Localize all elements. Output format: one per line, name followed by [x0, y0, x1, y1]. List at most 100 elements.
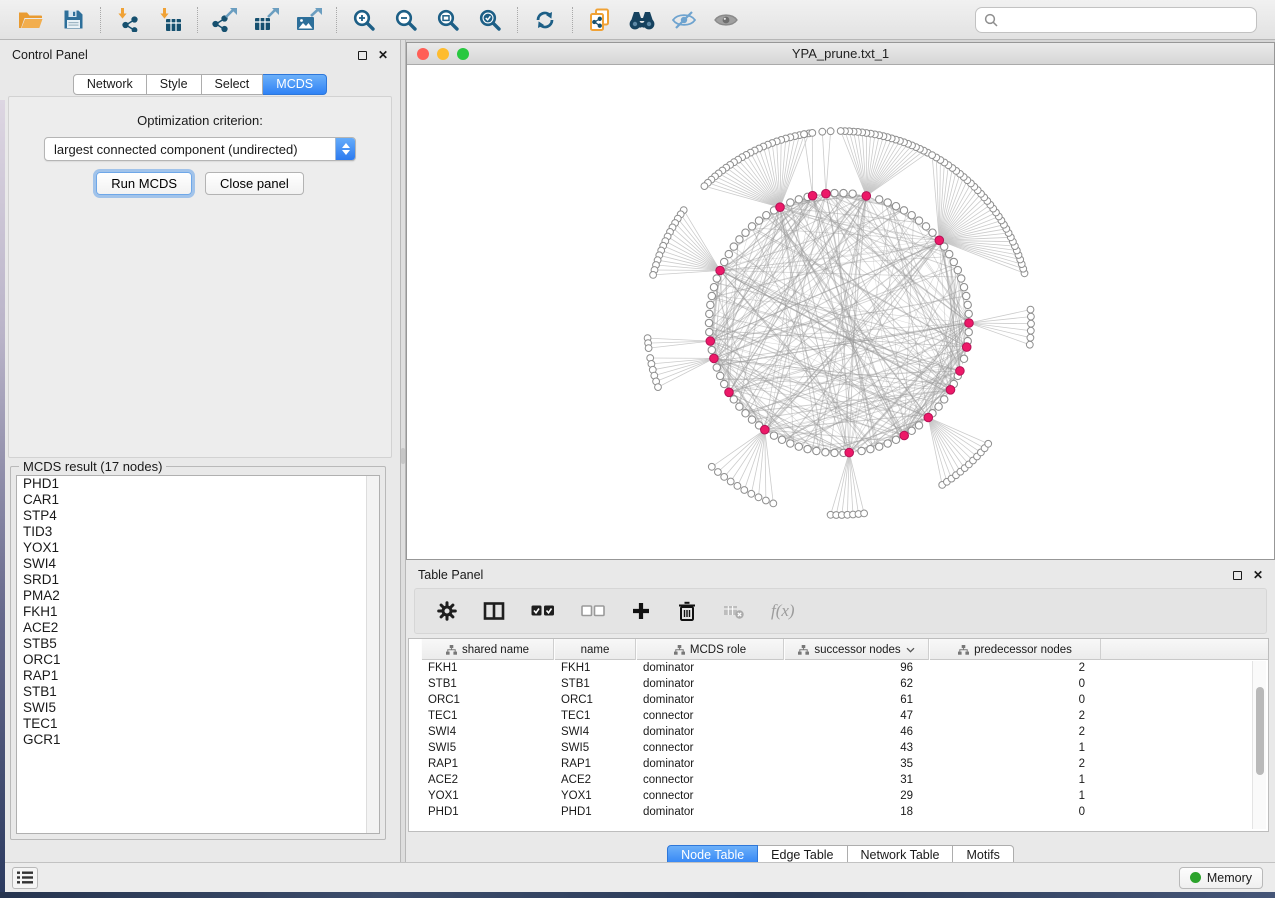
network-node[interactable] — [742, 410, 749, 417]
network-node[interactable] — [727, 478, 734, 485]
show-columns-icon[interactable] — [483, 601, 505, 621]
dominator-node[interactable] — [725, 388, 734, 397]
network-node[interactable] — [787, 199, 794, 206]
network-node[interactable] — [965, 328, 972, 335]
result-node-item[interactable]: SRD1 — [17, 572, 379, 588]
network-node[interactable] — [876, 196, 883, 203]
result-list-scrollbar[interactable] — [366, 476, 379, 833]
table-row[interactable]: SWI4SWI4dominator462 — [421, 724, 1268, 740]
network-node[interactable] — [827, 128, 834, 135]
hide-selected-icon[interactable] — [663, 3, 705, 37]
network-node[interactable] — [801, 131, 808, 138]
network-node[interactable] — [748, 223, 755, 230]
network-node[interactable] — [954, 266, 961, 273]
tab-network[interactable]: Network — [73, 74, 147, 95]
zoom-fit-icon[interactable] — [427, 3, 469, 37]
dominator-node[interactable] — [862, 192, 871, 201]
table-row[interactable]: FKH1FKH1dominator962 — [421, 660, 1268, 676]
network-node[interactable] — [734, 483, 741, 490]
result-node-item[interactable]: YOX1 — [17, 540, 379, 556]
result-node-item[interactable]: SWI4 — [17, 556, 379, 572]
network-node[interactable] — [915, 422, 922, 429]
float-table-panel-icon[interactable] — [1233, 571, 1242, 580]
network-node[interactable] — [884, 199, 891, 206]
dominator-node[interactable] — [946, 386, 955, 395]
network-node[interactable] — [908, 427, 915, 434]
result-node-item[interactable]: STB5 — [17, 636, 379, 652]
export-image-icon[interactable] — [288, 3, 330, 37]
network-node[interactable] — [964, 301, 971, 308]
network-node[interactable] — [884, 440, 891, 447]
show-all-icon[interactable] — [705, 3, 747, 37]
network-node[interactable] — [837, 128, 844, 135]
network-node[interactable] — [763, 212, 770, 219]
table-row[interactable]: TEC1TEC1connector472 — [421, 708, 1268, 724]
network-node[interactable] — [645, 345, 652, 352]
network-node[interactable] — [958, 275, 965, 282]
dominator-node[interactable] — [706, 337, 715, 346]
task-history-button[interactable] — [12, 867, 38, 889]
result-node-item[interactable]: STP4 — [17, 508, 379, 524]
table-row[interactable]: SWI5SWI5connector431 — [421, 740, 1268, 756]
dominator-node[interactable] — [808, 191, 817, 200]
network-node[interactable] — [725, 250, 732, 257]
dominator-node[interactable] — [776, 203, 785, 212]
column-header-predecessor-nodes[interactable]: predecessor nodes — [929, 639, 1101, 660]
first-neighbors-icon[interactable] — [621, 3, 663, 37]
dominator-node[interactable] — [935, 236, 944, 245]
network-node[interactable] — [706, 328, 713, 335]
network-node[interactable] — [900, 207, 907, 214]
result-node-item[interactable]: PHD1 — [17, 476, 379, 492]
network-node[interactable] — [748, 416, 755, 423]
network-node[interactable] — [935, 403, 942, 410]
network-node[interactable] — [804, 445, 811, 452]
network-node[interactable] — [708, 463, 715, 470]
search-input[interactable] — [998, 13, 1248, 27]
network-node[interactable] — [892, 203, 899, 210]
network-node[interactable] — [867, 445, 874, 452]
table-row[interactable]: PHD1PHD1dominator180 — [421, 804, 1268, 820]
memory-button[interactable]: Memory — [1179, 867, 1263, 889]
run-mcds-button[interactable]: Run MCDS — [96, 172, 192, 195]
network-node[interactable] — [929, 229, 936, 236]
import-table-icon[interactable] — [149, 3, 191, 37]
network-node[interactable] — [748, 490, 755, 497]
network-node[interactable] — [655, 384, 662, 391]
dominator-node[interactable] — [956, 367, 965, 376]
network-node[interactable] — [813, 447, 820, 454]
network-node[interactable] — [1028, 320, 1035, 327]
close-panel-icon[interactable]: ✕ — [378, 51, 388, 60]
dominator-node[interactable] — [710, 354, 719, 363]
table-scrollbar-thumb[interactable] — [1256, 687, 1264, 775]
result-node-item[interactable]: ORC1 — [17, 652, 379, 668]
export-table-icon[interactable] — [246, 3, 288, 37]
tab-mcds[interactable]: MCDS — [263, 74, 327, 95]
result-node-item[interactable]: PMA2 — [17, 588, 379, 604]
delete-columns-icon[interactable] — [677, 601, 697, 622]
network-node[interactable] — [1028, 313, 1035, 320]
dominator-node[interactable] — [962, 343, 971, 352]
float-panel-icon[interactable] — [358, 51, 367, 60]
dominator-node[interactable] — [965, 319, 974, 328]
network-node[interactable] — [715, 469, 722, 476]
network-node[interactable] — [650, 272, 657, 279]
column-header-shared-name[interactable]: shared name — [421, 639, 554, 660]
result-node-item[interactable]: RAP1 — [17, 668, 379, 684]
network-node[interactable] — [778, 436, 785, 443]
network-node[interactable] — [755, 494, 762, 501]
network-node[interactable] — [763, 497, 770, 504]
network-node[interactable] — [795, 196, 802, 203]
network-node[interactable] — [708, 292, 715, 299]
network-node[interactable] — [965, 310, 972, 317]
tab-style[interactable]: Style — [147, 74, 202, 95]
network-node[interactable] — [960, 284, 967, 291]
dominator-node[interactable] — [822, 189, 831, 198]
network-node[interactable] — [858, 447, 865, 454]
result-node-item[interactable]: TID3 — [17, 524, 379, 540]
network-node[interactable] — [985, 440, 992, 447]
dominator-node[interactable] — [924, 413, 933, 422]
result-node-item[interactable]: TEC1 — [17, 716, 379, 732]
select-all-rows-icon[interactable] — [531, 604, 555, 618]
network-node[interactable] — [717, 372, 724, 379]
result-node-item[interactable]: ACE2 — [17, 620, 379, 636]
